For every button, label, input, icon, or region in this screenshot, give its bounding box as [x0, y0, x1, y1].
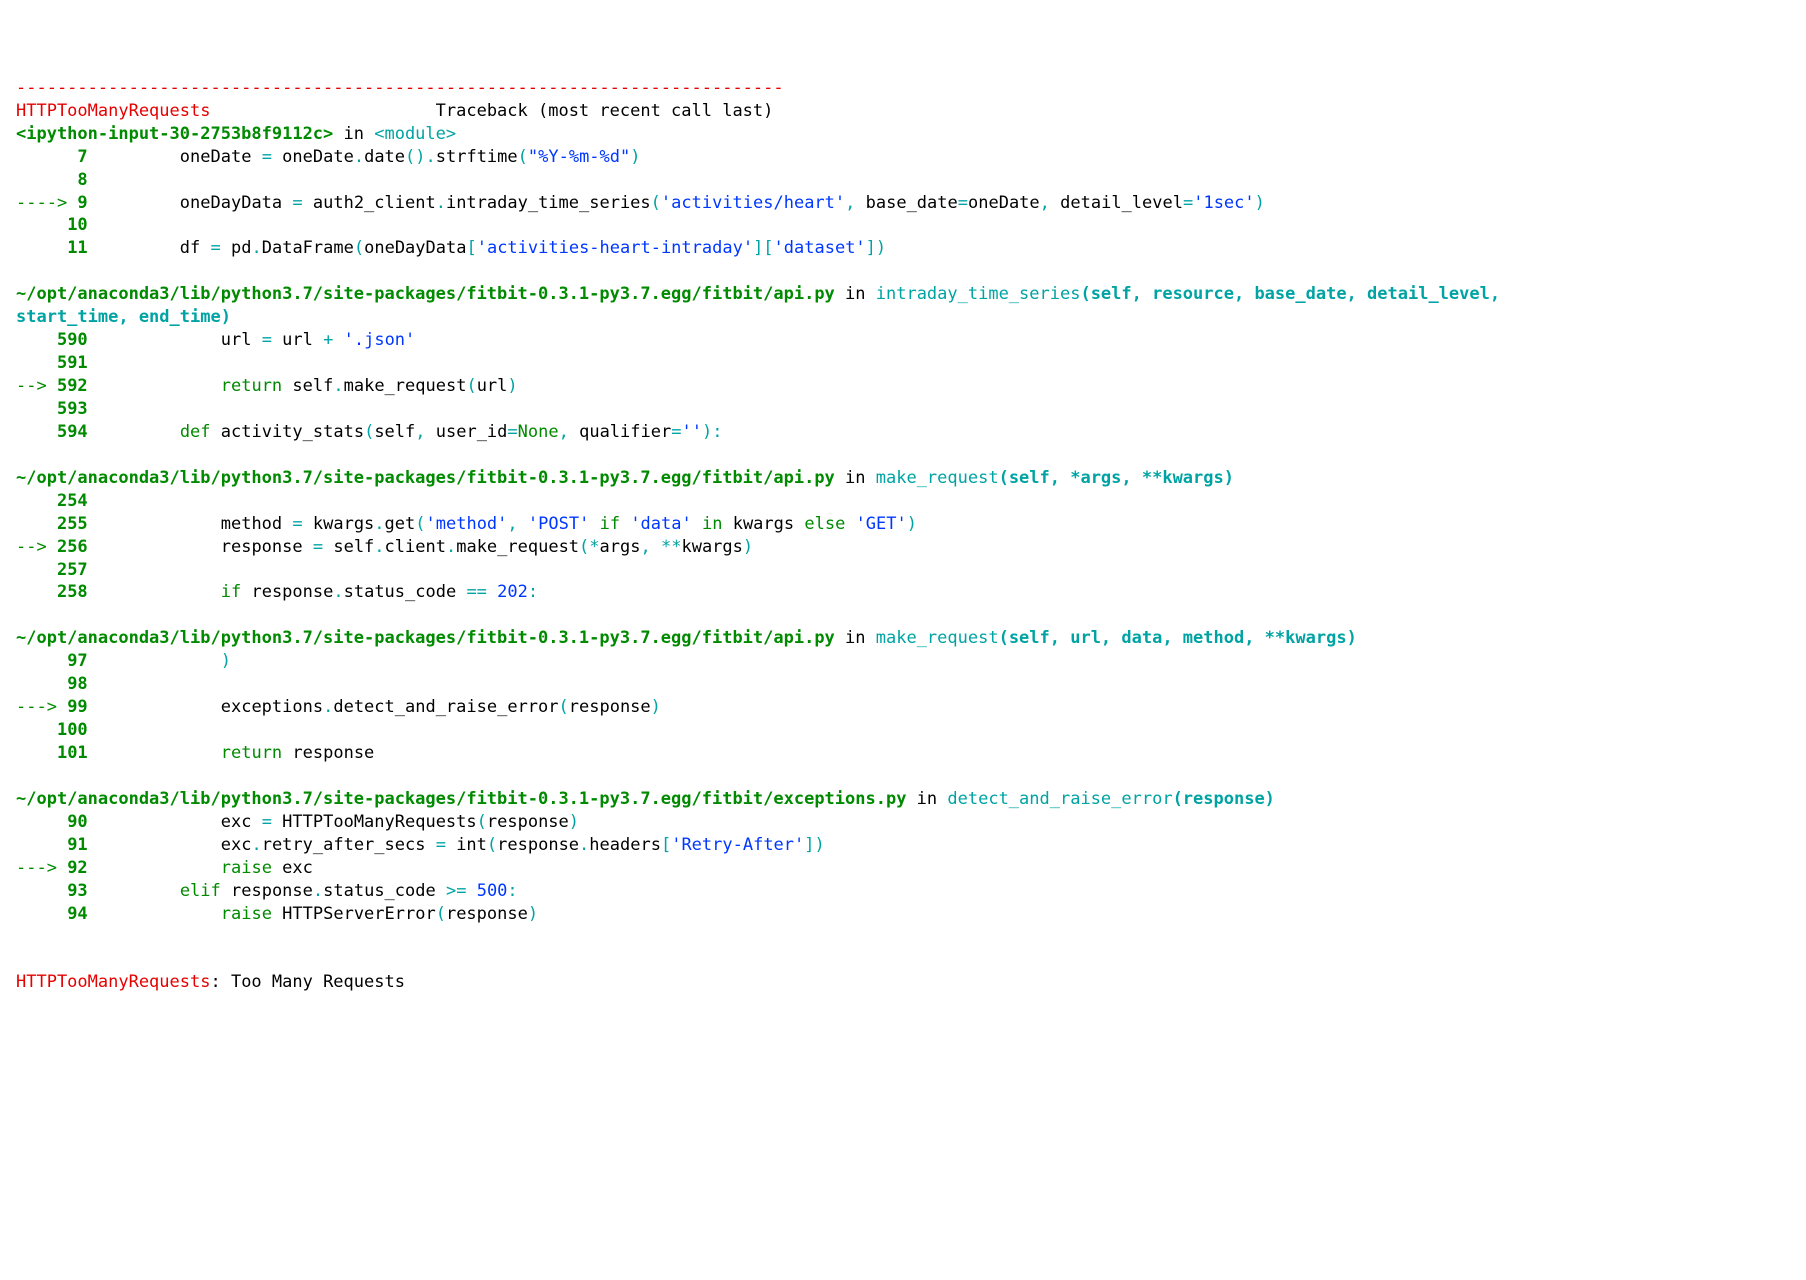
traceback-line: 98 [16, 674, 98, 694]
traceback-line: 11 df = pd.DataFrame(oneDayData['activit… [16, 238, 886, 258]
traceback-line: 100 [16, 720, 98, 740]
traceback-line: 101 return response [16, 743, 374, 763]
final-message: Too Many Requests [231, 972, 405, 992]
traceback-label [210, 101, 435, 121]
arrow-indicator: ---> [16, 858, 67, 878]
exception-name: HTTPTooManyRequests [16, 101, 210, 121]
traceback-line: 255 method = kwargs.get('method', 'POST'… [16, 514, 917, 534]
traceback-line: 590 url = url + '.json' [16, 330, 415, 350]
traceback-line: 94 raise HTTPServerError(response) [16, 904, 538, 924]
frame-location: ~/opt/anaconda3/lib/python3.7/site-packa… [16, 284, 1510, 327]
traceback-line: 7 oneDate = oneDate.date().strftime("%Y-… [16, 147, 641, 167]
traceback-line-current: --> 256 response = self.client.make_requ… [16, 537, 753, 557]
traceback-line: 97 ) [16, 651, 231, 671]
traceback-line-current: ---> 99 exceptions.detect_and_raise_erro… [16, 697, 661, 717]
frame-location: ~/opt/anaconda3/lib/python3.7/site-packa… [16, 468, 1234, 488]
final-exception-name: HTTPTooManyRequests [16, 972, 210, 992]
traceback-line: 591 [16, 353, 98, 373]
separator-line: ----------------------------------------… [16, 78, 784, 98]
traceback-line-current: ---> 92 raise exc [16, 858, 313, 878]
traceback-line-current: --> 592 return self.make_request(url) [16, 376, 518, 396]
traceback-line: 93 elif response.status_code >= 500: [16, 881, 518, 901]
traceback-frames: <ipython-input-30-2753b8f9112c> in <modu… [16, 124, 1510, 924]
traceback-line: 90 exc = HTTPTooManyRequests(response) [16, 812, 579, 832]
arrow-indicator: --> [16, 376, 57, 396]
frame-location: ~/opt/anaconda3/lib/python3.7/site-packa… [16, 789, 1275, 809]
traceback-line: 593 [16, 399, 98, 419]
traceback-line: 254 [16, 491, 98, 511]
traceback-line: 8 [16, 170, 98, 190]
traceback-output: ----------------------------------------… [16, 77, 1616, 995]
traceback-line-current: ----> 9 oneDayData = auth2_client.intrad… [16, 193, 1265, 213]
final-sep: : [210, 972, 230, 992]
arrow-indicator: --> [16, 537, 57, 557]
traceback-line: 257 [16, 560, 98, 580]
traceback-line: 594 def activity_stats(self, user_id=Non… [16, 422, 722, 442]
traceback-heading: Traceback (most recent call last) [436, 101, 774, 121]
traceback-line: 258 if response.status_code == 202: [16, 582, 538, 602]
arrow-indicator: ----> [16, 193, 77, 213]
frame-location: <ipython-input-30-2753b8f9112c> in <modu… [16, 124, 456, 144]
frame-location: ~/opt/anaconda3/lib/python3.7/site-packa… [16, 628, 1357, 648]
arrow-indicator: ---> [16, 697, 67, 717]
traceback-line: 10 [16, 215, 98, 235]
traceback-line: 91 exc.retry_after_secs = int(response.h… [16, 835, 825, 855]
